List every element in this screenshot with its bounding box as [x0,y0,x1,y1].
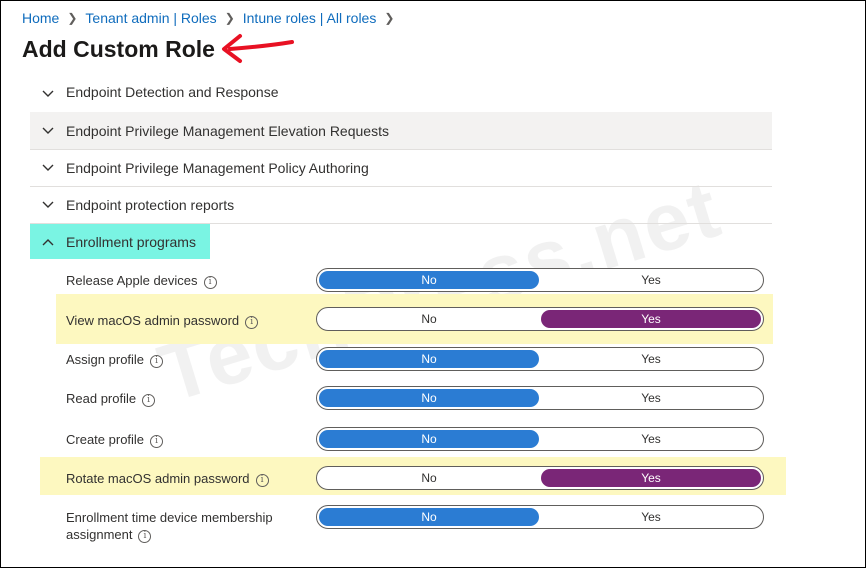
section-label: Enrollment programs [66,233,196,250]
toggle-rotate-macos-admin-password[interactable]: No Yes [316,466,764,490]
toggle-yes-option[interactable]: Yes [541,469,761,487]
breadcrumb: Home ❯ Tenant admin | Roles ❯ Intune rol… [22,10,402,26]
info-icon[interactable]: i [245,316,259,329]
toggle-create-profile[interactable]: No Yes [316,427,764,451]
toggle-no-option[interactable]: No [319,389,539,407]
info-icon[interactable]: i [150,355,164,368]
info-icon[interactable]: i [150,435,164,448]
toggle-yes-option[interactable]: Yes [541,271,761,289]
chevron-right-icon: ❯ [67,11,78,25]
toggle-yes-option[interactable]: Yes [541,350,761,368]
toggle-no-option[interactable]: No [319,310,539,328]
permission-create-profile: Create profile i [66,431,164,448]
chevron-down-icon [30,90,66,98]
info-icon[interactable]: i [203,276,217,289]
permission-rotate-macos-admin-password: Rotate macOS admin password i [66,470,269,487]
chevron-down-icon [30,127,66,135]
section-enrollment-programs[interactable]: Enrollment programs [30,224,210,259]
toggle-enrollment-time-device-membership[interactable]: No Yes [316,505,764,529]
annotation-arrow-icon [222,34,294,63]
toggle-view-macos-admin-password[interactable]: No Yes [316,307,764,331]
toggle-yes-option[interactable]: Yes [541,310,761,328]
section-endpoint-detection-response[interactable]: Endpoint Detection and Response [30,85,772,103]
toggle-no-option[interactable]: No [319,430,539,448]
section-endpoint-protection-reports[interactable]: Endpoint protection reports [30,186,772,223]
info-icon[interactable]: i [142,394,156,407]
toggle-no-option[interactable]: No [319,271,539,289]
toggle-no-option[interactable]: No [319,350,539,368]
toggle-no-option[interactable]: No [319,508,539,526]
breadcrumb-intune-roles[interactable]: Intune roles | All roles [243,10,377,26]
info-icon[interactable]: i [255,474,269,487]
toggle-read-profile[interactable]: No Yes [316,386,764,410]
section-label: Endpoint protection reports [66,196,235,213]
chevron-down-icon [30,164,66,172]
toggle-yes-option[interactable]: Yes [541,508,761,526]
breadcrumb-tenant-admin-roles[interactable]: Tenant admin | Roles [85,10,216,26]
chevron-down-icon [30,201,66,209]
permission-read-profile: Read profile i [66,390,156,407]
toggle-release-apple-devices[interactable]: No Yes [316,268,764,292]
page-title: Add Custom Role [22,36,215,62]
permission-assign-profile: Assign profile i [66,351,164,368]
section-label: Endpoint Privilege Management Elevation … [66,122,389,139]
section-label: Endpoint Detection and Response [66,85,279,100]
permission-release-apple-devices: Release Apple devices i [66,272,217,289]
section-label: Endpoint Privilege Management Policy Aut… [66,159,369,176]
permission-enrollment-time-device-membership: Enrollment time device membership assign… [66,510,273,543]
toggle-no-option[interactable]: No [319,469,539,487]
breadcrumb-home[interactable]: Home [22,10,59,26]
chevron-up-icon [30,238,66,246]
toggle-yes-option[interactable]: Yes [541,430,761,448]
section-epm-policy-authoring[interactable]: Endpoint Privilege Management Policy Aut… [30,149,772,186]
toggle-yes-option[interactable]: Yes [541,389,761,407]
permission-view-macos-admin-password: View macOS admin password i [66,312,259,329]
toggle-assign-profile[interactable]: No Yes [316,347,764,371]
info-icon[interactable]: i [138,530,152,543]
section-epm-elevation-requests[interactable]: Endpoint Privilege Management Elevation … [30,112,772,149]
chevron-right-icon: ❯ [224,11,235,25]
chevron-right-icon: ❯ [384,11,395,25]
